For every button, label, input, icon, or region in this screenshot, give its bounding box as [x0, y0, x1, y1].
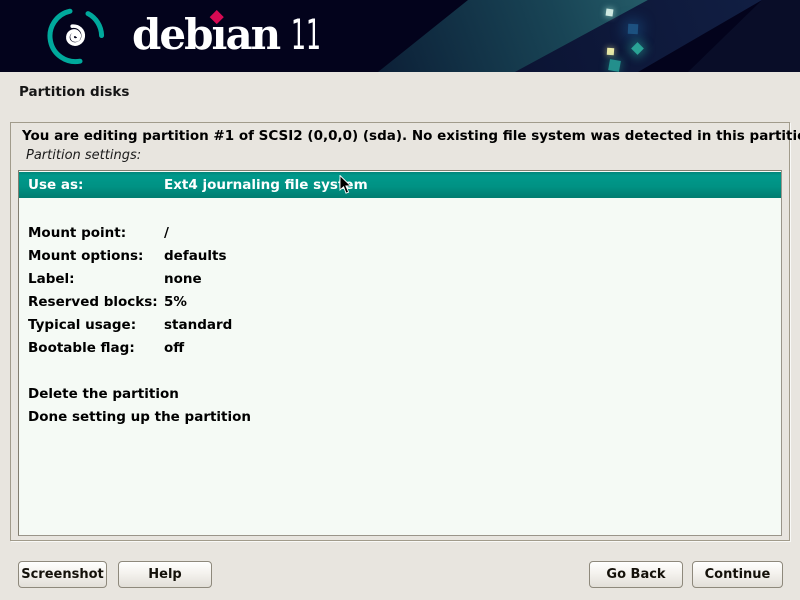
list-item-value: standard — [164, 317, 232, 333]
list-item-value: off — [164, 340, 184, 356]
list-item-label: Done setting up the partition — [28, 409, 164, 425]
list-item[interactable]: Delete the partition — [19, 382, 781, 405]
page-title: Partition disks — [19, 84, 129, 100]
partition-info-frame: You are editing partition #1 of SCSI2 (0… — [10, 122, 790, 541]
banner-art-square — [607, 48, 614, 55]
list-item[interactable]: Label: none — [19, 267, 781, 290]
list-item[interactable]: Mount point: / — [19, 221, 781, 244]
help-button[interactable]: Help — [118, 561, 212, 588]
list-item-label: Use as: — [28, 177, 164, 193]
partition-settings-label: Partition settings: — [26, 148, 789, 163]
list-item — [19, 359, 781, 382]
list-item-label: Mount point: — [28, 225, 164, 241]
list-item-label: Bootable flag: — [28, 340, 164, 356]
list-item-value: 5% — [164, 294, 187, 310]
go-back-button[interactable]: Go Back — [589, 561, 683, 588]
list-item-value: Ext4 journaling file system — [164, 177, 368, 193]
list-item-value: none — [164, 271, 202, 287]
continue-button[interactable]: Continue — [692, 561, 783, 588]
screenshot-button[interactable]: Screenshot — [18, 561, 107, 588]
banner-art-square — [608, 59, 621, 72]
list-item-label: Typical usage: — [28, 317, 164, 333]
list-item-value: defaults — [164, 248, 227, 264]
list-item[interactable]: Bootable flag: off — [19, 336, 781, 359]
list-item[interactable]: Use as: Ext4 journaling file system — [19, 172, 781, 198]
brand-i: ı — [211, 14, 225, 56]
debian-version: 11 — [291, 14, 321, 56]
banner-art-square — [628, 24, 639, 35]
list-item-label: Delete the partition — [28, 386, 164, 402]
list-item-label: Label: — [28, 271, 164, 287]
debian-wordmark: debıan11 — [132, 14, 345, 56]
list-item[interactable]: Mount options: defaults — [19, 244, 781, 267]
list-item — [19, 198, 781, 221]
debian-swirl-logo-icon — [46, 7, 108, 67]
banner: debıan 11 — [0, 0, 800, 72]
partition-info-message: You are editing partition #1 of SCSI2 (0… — [22, 128, 777, 144]
list-item-label: Reserved blocks: — [28, 294, 164, 310]
list-item[interactable]: Reserved blocks: 5% — [19, 290, 781, 313]
list-item-value: / — [164, 225, 169, 241]
brand-post: an — [225, 10, 279, 59]
list-item[interactable]: Typical usage: standard — [19, 313, 781, 336]
list-item-label: Mount options: — [28, 248, 164, 264]
list-item[interactable]: Done setting up the partition — [19, 405, 781, 428]
banner-art-square — [606, 9, 614, 17]
partition-settings-list: Use as: Ext4 journaling file system Moun… — [18, 170, 782, 536]
debian-installer-window: debıan 11 Partition disks You are editing… — [0, 0, 800, 600]
brand-pre: deb — [132, 10, 211, 59]
